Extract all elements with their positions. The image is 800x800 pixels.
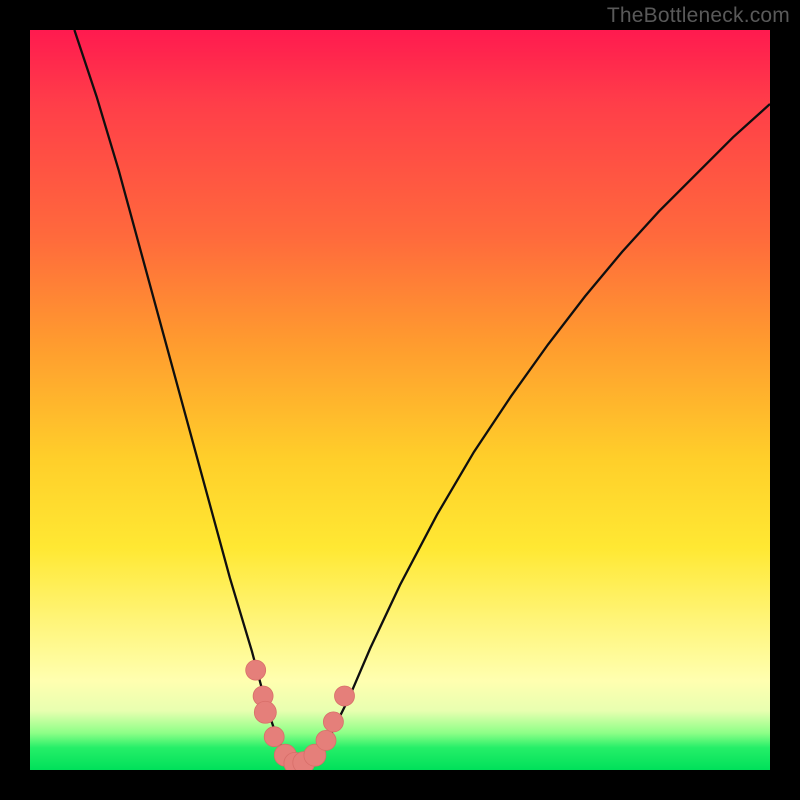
data-marker	[323, 712, 343, 732]
data-markers	[246, 660, 355, 770]
data-marker	[335, 686, 355, 706]
data-marker	[316, 730, 336, 750]
plot-area	[30, 30, 770, 770]
data-marker	[246, 660, 266, 680]
curve-svg	[30, 30, 770, 770]
data-marker	[254, 701, 276, 723]
watermark-text: TheBottleneck.com	[607, 4, 790, 28]
data-marker	[264, 727, 284, 747]
chart-frame: TheBottleneck.com	[0, 0, 800, 800]
bottleneck-curve	[74, 30, 770, 768]
